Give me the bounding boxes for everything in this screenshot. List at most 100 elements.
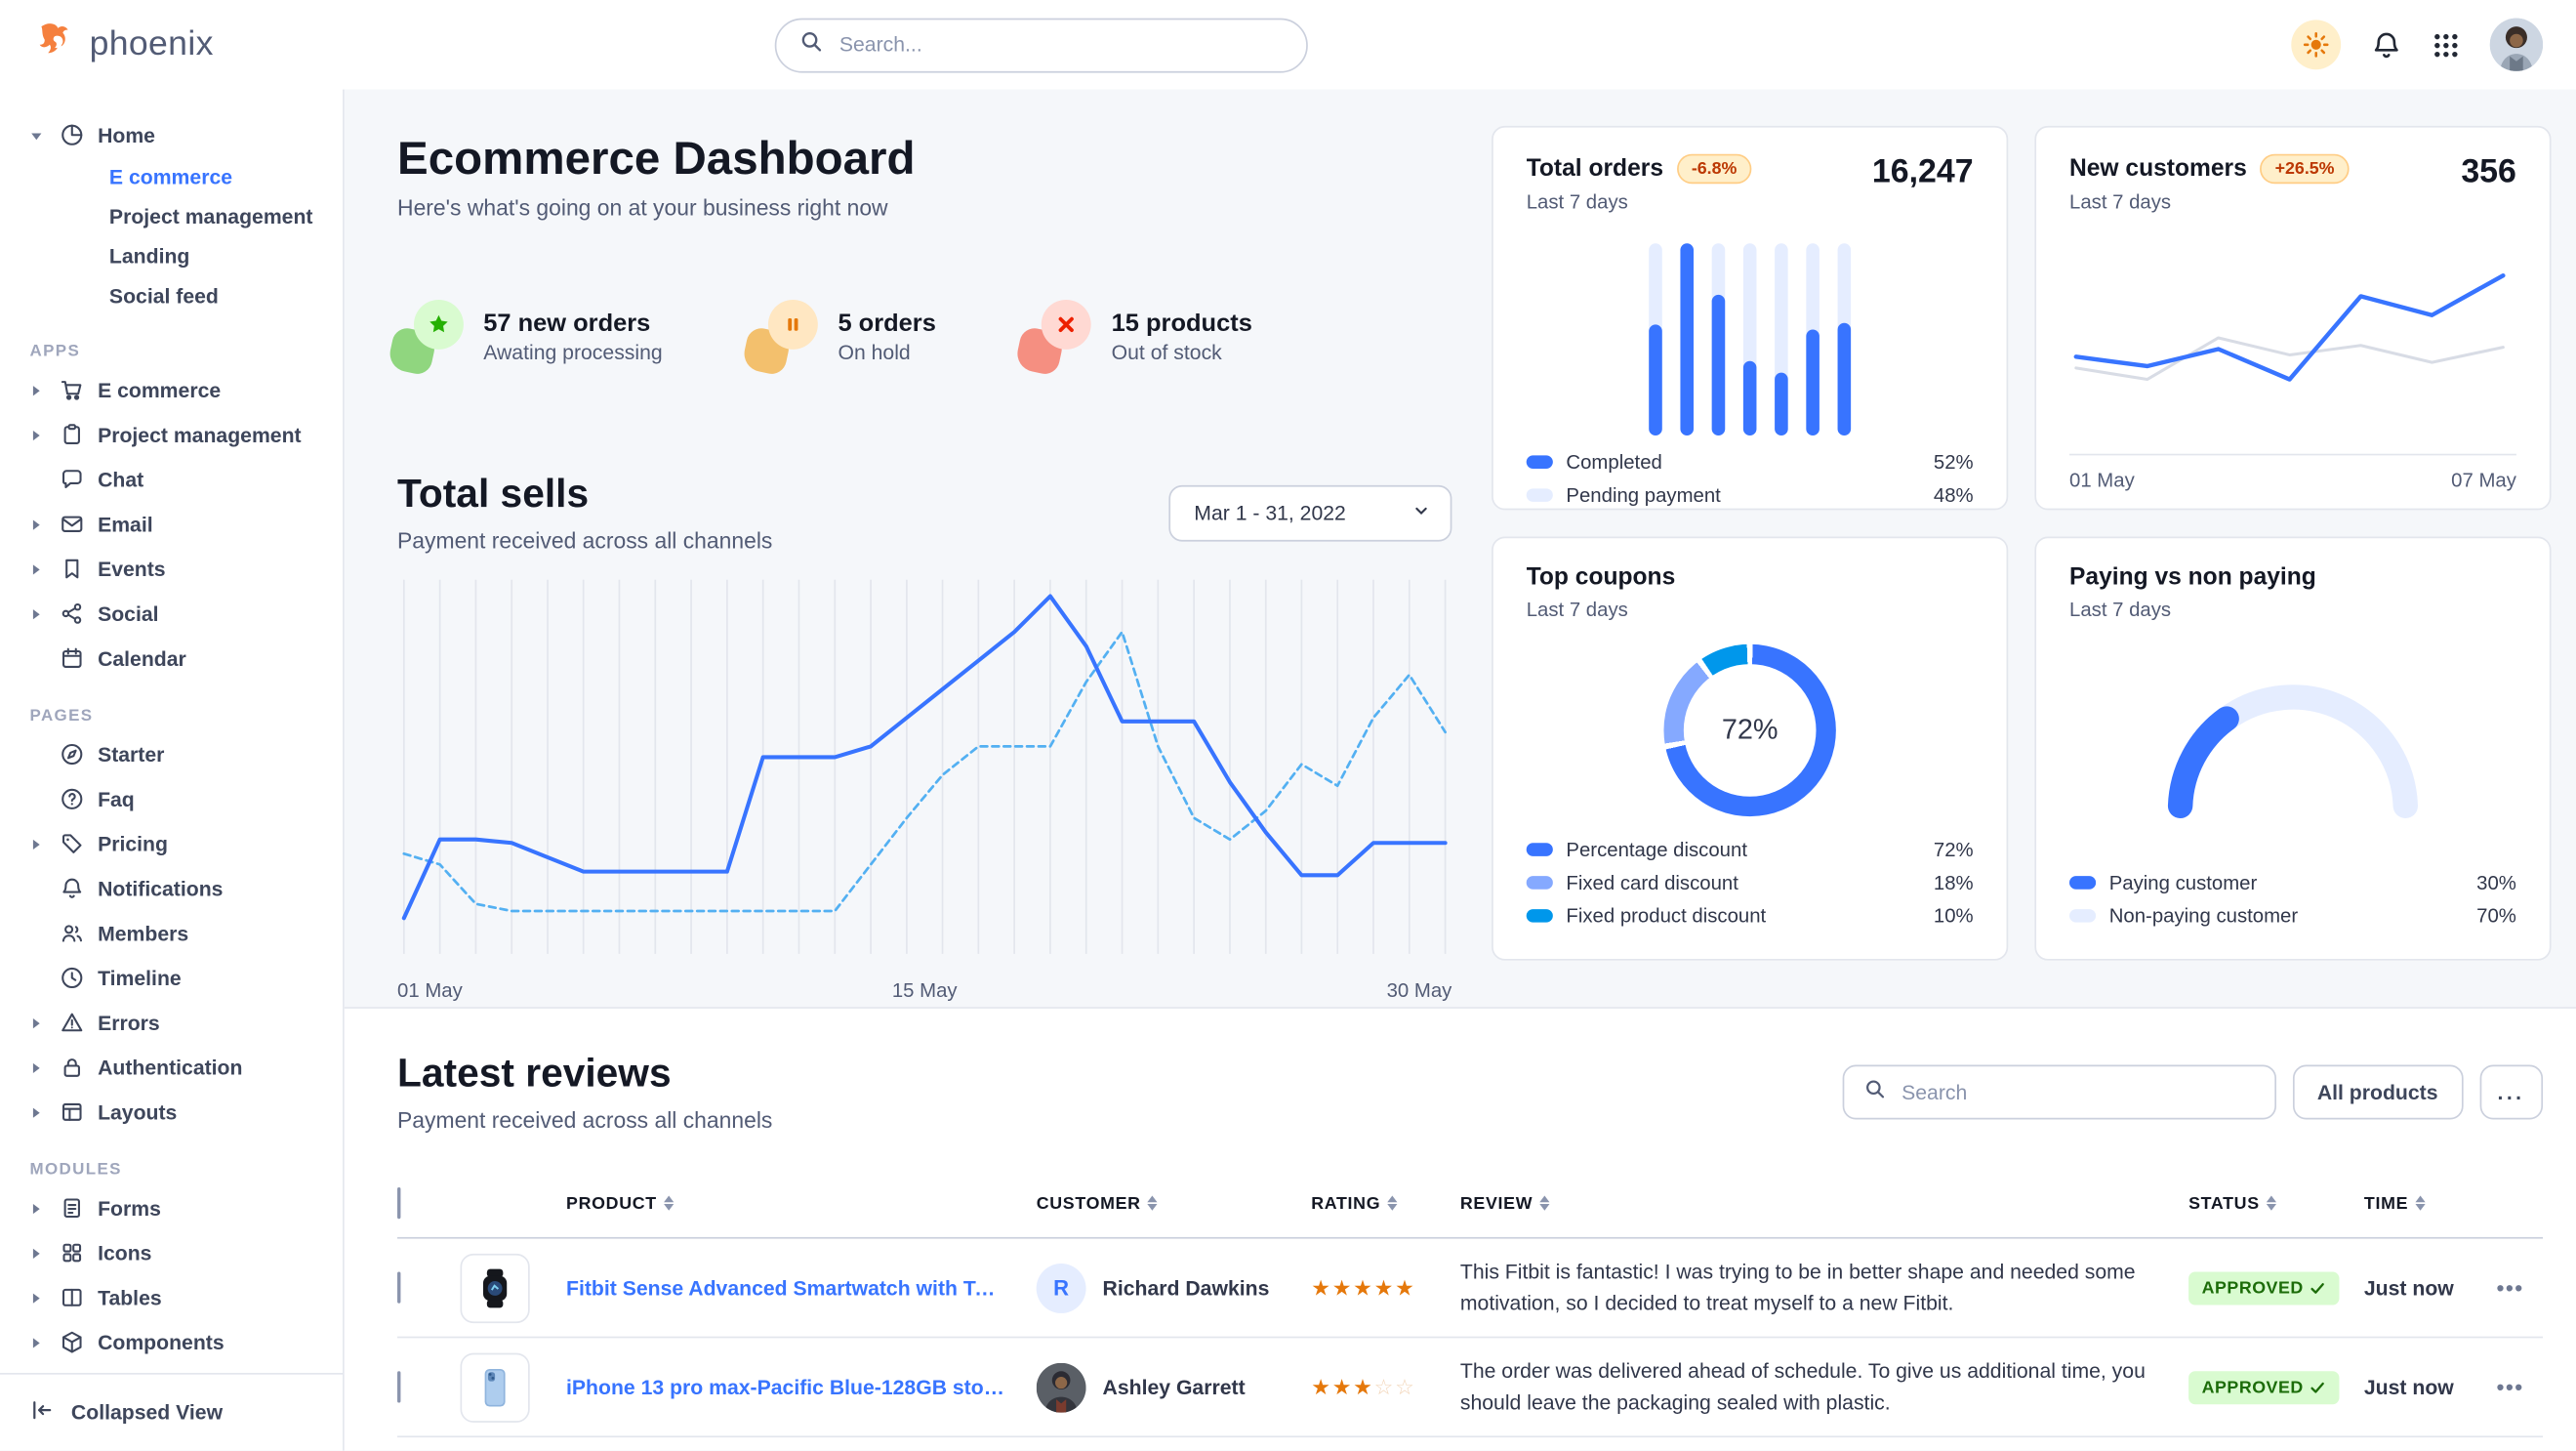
user-avatar[interactable] (2490, 19, 2543, 71)
sidebar-item-starter[interactable]: Starter (30, 732, 327, 777)
legend-row: Fixed product discount 10% (1527, 899, 1974, 933)
product-link[interactable]: iPhone 13 pro max-Pacific Blue-128GB sto… (566, 1376, 1037, 1399)
global-search[interactable] (775, 18, 1308, 72)
date-range-select[interactable]: Mar 1 - 31, 2022 (1169, 485, 1452, 542)
sidebar-item-components[interactable]: Components (30, 1320, 327, 1365)
sidebar-item-home[interactable]: Home (30, 112, 327, 157)
sidebar-item-label: Faq (98, 787, 135, 810)
sidebar-item-members[interactable]: Members (30, 911, 327, 956)
sidebar-item-tables[interactable]: Tables (30, 1275, 327, 1320)
customer-cell[interactable]: RRichard Dawkins (1037, 1263, 1312, 1312)
sidebar-item-chat[interactable]: Chat (30, 457, 327, 502)
sidebar-item-e-commerce[interactable]: E commerce (30, 368, 327, 413)
sidebar-item-label: Home (98, 123, 155, 146)
sidebar-item-calendar[interactable]: Calendar (30, 636, 327, 681)
global-search-input[interactable] (836, 31, 1283, 58)
stat-label: Awating processing (483, 341, 662, 364)
stat-on-hold: 5 orders On hold (752, 300, 936, 373)
review-time: Just now (2364, 1276, 2497, 1300)
pause-icon (752, 300, 818, 373)
sidebar-item-label: Notifications (98, 877, 223, 900)
reviews-search-input[interactable] (1899, 1079, 2255, 1105)
sidebar-item-label: Components (98, 1331, 225, 1354)
product-link[interactable]: Fitbit Sense Advanced Smartwatch with To… (566, 1276, 1037, 1300)
column-header-product[interactable]: PRODUCT (566, 1193, 1037, 1213)
brand-name: phoenix (90, 24, 214, 64)
brand-logo[interactable]: phoenix (33, 20, 345, 71)
notifications-bell-icon[interactable] (2371, 29, 2402, 61)
grid-icon (60, 1240, 84, 1264)
main-content: Ecommerce Dashboard Here's what's going … (345, 90, 2576, 1451)
stat-out-of-stock: 15 products Out of stock (1025, 300, 1251, 373)
lock-icon (60, 1055, 84, 1079)
sidebar-item-notifications[interactable]: Notifications (30, 866, 327, 911)
dashboard-top-section: Ecommerce Dashboard Here's what's going … (345, 90, 2576, 1008)
sort-icon (2415, 1196, 2425, 1211)
sidebar-item-social[interactable]: Social (30, 591, 327, 636)
select-all-checkbox[interactable] (397, 1186, 400, 1218)
column-header-review[interactable]: REVIEW (1460, 1193, 2188, 1213)
sidebar-subitem-e-commerce[interactable]: E commerce (30, 157, 327, 197)
app-root: phoenix (0, 0, 2576, 1451)
sidebar-item-authentication[interactable]: Authentication (30, 1045, 327, 1090)
new-customers-card: New customers +26.5% Last 7 days 356 01 … (2034, 126, 2551, 510)
sidebar-item-faq[interactable]: Faq (30, 776, 327, 821)
review-table-row (397, 1437, 2543, 1451)
sidebar-item-errors[interactable]: Errors (30, 1000, 327, 1045)
sidebar-item-forms[interactable]: Forms (30, 1185, 327, 1230)
card-subtitle: Last 7 days (1527, 598, 1676, 621)
sidebar-section-apps: APPS (30, 343, 327, 361)
legend-swatch (2069, 909, 2096, 923)
card-title: Total orders (1527, 155, 1663, 182)
reviews-table: PRODUCTCUSTOMERRATINGREVIEW STATUS TIME … (397, 1169, 2543, 1450)
caret-right-icon (30, 428, 47, 441)
more-options-button[interactable]: ... (2479, 1065, 2543, 1120)
caret-right-icon (30, 1105, 47, 1119)
legend-swatch (2069, 876, 2096, 890)
rating-stars: ★★★★★ (1311, 1274, 1460, 1301)
sort-icon (664, 1196, 674, 1211)
sidebar-subitem-project-management[interactable]: Project management (30, 197, 327, 237)
customer-cell[interactable]: Ashley Garrett (1037, 1362, 1312, 1412)
trend-badge: -6.8% (1677, 154, 1752, 185)
caret-right-icon (30, 1060, 47, 1074)
row-checkbox[interactable] (397, 1271, 400, 1303)
legend-row: Fixed card discount 18% (1527, 866, 1974, 899)
order-bar (1712, 243, 1726, 435)
sidebar-item-events[interactable]: Events (30, 547, 327, 592)
sidebar-item-layouts[interactable]: Layouts (30, 1090, 327, 1135)
product-thumbnail[interactable] (460, 1352, 529, 1422)
sidebar-collapse-button[interactable]: Collapsed View (0, 1373, 343, 1451)
sidebar-item-label: Timeline (98, 967, 182, 990)
sidebar-subitem-social-feed[interactable]: Social feed (30, 276, 327, 316)
card-subtitle: Last 7 days (1527, 190, 1752, 214)
sidebar-item-icons[interactable]: Icons (30, 1230, 327, 1275)
theme-toggle-sun-icon[interactable] (2291, 20, 2341, 69)
sidebar-item-timeline[interactable]: Timeline (30, 956, 327, 1001)
caret-down-icon (30, 128, 47, 142)
legend-swatch (1527, 876, 1553, 890)
column-header-rating[interactable]: RATING (1311, 1193, 1460, 1213)
apps-grid-icon[interactable] (2432, 30, 2460, 59)
column-header-customer[interactable]: CUSTOMER (1037, 1193, 1312, 1213)
top-coupons-card: Top coupons Last 7 days 72% Percentage d… (1492, 537, 2008, 961)
caret-right-icon (30, 384, 47, 397)
donut-center-value: 72% (1722, 714, 1779, 747)
all-products-button[interactable]: All products (2292, 1065, 2463, 1120)
stat-label: Out of stock (1112, 341, 1252, 364)
column-header-status[interactable]: STATUS (2188, 1193, 2364, 1213)
row-checkbox[interactable] (397, 1370, 400, 1401)
row-more-options[interactable]: ••• (2497, 1275, 2543, 1300)
legend-label: Pending payment (1566, 483, 1720, 507)
sidebar-item-project-management[interactable]: Project management (30, 412, 327, 457)
product-thumbnail[interactable] (460, 1253, 529, 1322)
column-header-time[interactable]: TIME (2364, 1193, 2497, 1213)
cart-icon (60, 378, 84, 402)
sidebar-subitem-landing[interactable]: Landing (30, 237, 327, 277)
question-icon (60, 787, 84, 811)
row-more-options[interactable]: ••• (2497, 1375, 2543, 1399)
paying-legend: Paying customer 30% Non-paying customer … (2069, 866, 2516, 933)
sidebar-item-email[interactable]: Email (30, 502, 327, 547)
reviews-search[interactable] (1842, 1065, 2275, 1120)
sidebar-item-pricing[interactable]: Pricing (30, 821, 327, 866)
